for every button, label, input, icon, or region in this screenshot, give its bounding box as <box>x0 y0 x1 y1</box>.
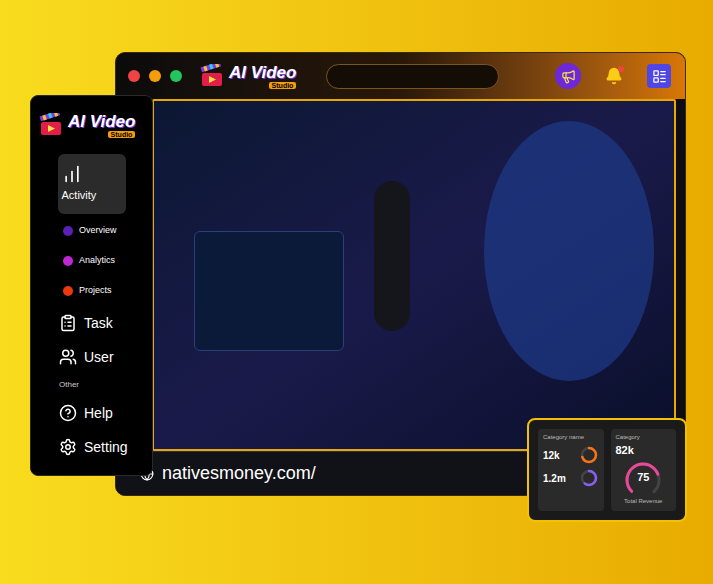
logo-subtitle: Studio <box>108 131 136 138</box>
sidebar-subitem[interactable]: Overview <box>31 216 152 246</box>
gauge-caption: Total Revenue <box>616 497 672 506</box>
panel-title: Category name <box>543 433 599 442</box>
item-icon <box>59 438 77 456</box>
status-dot <box>63 226 73 236</box>
item-icon <box>59 404 77 422</box>
donut-chart-icon <box>579 468 599 488</box>
photo <box>152 99 676 451</box>
item-icon <box>62 164 82 184</box>
sidebar-subitem[interactable]: Analytics <box>31 246 152 276</box>
sidebar-subitem[interactable]: Projects <box>31 276 152 306</box>
gauge: 75 <box>621 459 665 497</box>
stat-row: 1.2m <box>543 468 599 488</box>
close-dot[interactable] <box>128 70 140 82</box>
maximize-dot[interactable] <box>170 70 182 82</box>
gauge-value: 75 <box>637 469 649 486</box>
sidebar-section: Other <box>31 374 152 396</box>
clapper-icon <box>39 113 65 137</box>
sidebar-item[interactable]: Setting <box>31 430 152 464</box>
sidebar-item[interactable]: Activity <box>58 154 126 214</box>
stats-card: Category name 12k 1.2m Category82k 75 Total R… <box>527 418 687 522</box>
sidebar-item[interactable]: User <box>31 340 152 374</box>
panel-title: Category <box>616 433 672 442</box>
revenue-value: 82k <box>616 442 672 459</box>
page: AI VideoStudionativesmoney.com/AI VideoS… <box>0 0 713 584</box>
megaphone-icon <box>561 69 576 84</box>
item-icon <box>59 314 77 332</box>
search-bar[interactable] <box>326 64 499 89</box>
sidebar-item[interactable]: Help <box>31 396 152 430</box>
logo-title: AI Video <box>229 64 296 81</box>
category-panel: Category name 12k 1.2m <box>538 429 604 511</box>
menu-button[interactable] <box>647 64 671 88</box>
donut-chart-icon <box>579 445 599 465</box>
sidebar-logo[interactable]: AI VideoStudio <box>39 113 135 138</box>
logo-subtitle: Studio <box>269 82 297 89</box>
url-text: nativesmoney.com/ <box>162 460 316 487</box>
item-icon <box>59 348 77 366</box>
notifications-button[interactable] <box>603 65 625 87</box>
status-dot <box>63 286 73 296</box>
logo-title: AI Video <box>68 113 135 130</box>
title-bar: AI VideoStudio <box>116 53 685 99</box>
minimize-dot[interactable] <box>149 70 161 82</box>
clapper-icon <box>200 64 226 88</box>
sidebar: AI VideoStudio ActivityOverviewAnalyticsP… <box>30 95 153 476</box>
revenue-panel: Category82k 75 Total Revenue <box>611 429 677 511</box>
sidebar-item[interactable]: Task <box>31 306 152 340</box>
header-logo[interactable]: AI VideoStudio <box>200 64 296 89</box>
unread-badge <box>618 66 624 72</box>
announcement-button[interactable] <box>555 63 581 89</box>
stat-row: 12k <box>543 445 599 465</box>
status-dot <box>63 256 73 266</box>
menu-icon <box>652 69 667 84</box>
